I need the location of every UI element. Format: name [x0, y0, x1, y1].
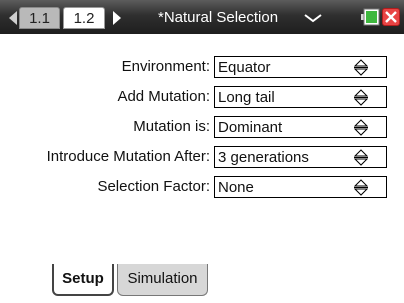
add-mutation-row: Add Mutation: Long tail	[0, 86, 404, 108]
battery-icon	[361, 8, 380, 26]
environment-row: Environment: Equator	[0, 56, 404, 78]
environment-value: Equator	[218, 59, 271, 76]
close-button[interactable]	[382, 8, 400, 26]
introduce-mutation-label: Introduce Mutation After:	[46, 148, 210, 165]
mutation-is-select[interactable]: Dominant	[214, 116, 387, 138]
environment-label: Environment:	[121, 58, 210, 75]
up-down-arrows-icon[interactable]	[354, 59, 368, 76]
tab-setup[interactable]: Setup	[52, 264, 114, 296]
introduce-mutation-value: 3 generations	[218, 149, 309, 166]
tab-simulation[interactable]: Simulation	[117, 264, 208, 296]
up-down-arrows-icon[interactable]	[354, 149, 368, 166]
environment-select[interactable]: Equator	[214, 56, 387, 78]
up-down-arrows-icon[interactable]	[354, 89, 368, 106]
add-mutation-value: Long tail	[218, 89, 275, 106]
selection-factor-value: None	[218, 179, 254, 196]
up-down-arrows-icon[interactable]	[354, 119, 368, 136]
next-page-arrow-icon[interactable]	[113, 11, 121, 25]
introduce-mutation-row: Introduce Mutation After: 3 generations	[0, 146, 404, 168]
chevron-down-icon[interactable]	[304, 12, 322, 24]
add-mutation-label: Add Mutation:	[117, 88, 210, 105]
title-bar: 1.1 1.2 *Natural Selection	[0, 0, 404, 34]
previous-page-arrow-icon[interactable]	[9, 11, 17, 25]
page-tab-1-2[interactable]: 1.2	[63, 7, 105, 29]
add-mutation-select[interactable]: Long tail	[214, 86, 387, 108]
introduce-mutation-select[interactable]: 3 generations	[214, 146, 387, 168]
mutation-is-value: Dominant	[218, 119, 283, 136]
selection-factor-label: Selection Factor:	[97, 178, 210, 195]
page-tab-1-1[interactable]: 1.1	[19, 7, 60, 29]
up-down-arrows-icon[interactable]	[354, 179, 368, 196]
close-icon	[385, 11, 397, 23]
mutation-is-label: Mutation is:	[133, 118, 210, 135]
mutation-is-row: Mutation is: Dominant	[0, 116, 404, 138]
selection-factor-select[interactable]: None	[214, 176, 387, 198]
document-title[interactable]: *Natural Selection	[158, 8, 278, 28]
selection-factor-row: Selection Factor: None	[0, 176, 404, 198]
